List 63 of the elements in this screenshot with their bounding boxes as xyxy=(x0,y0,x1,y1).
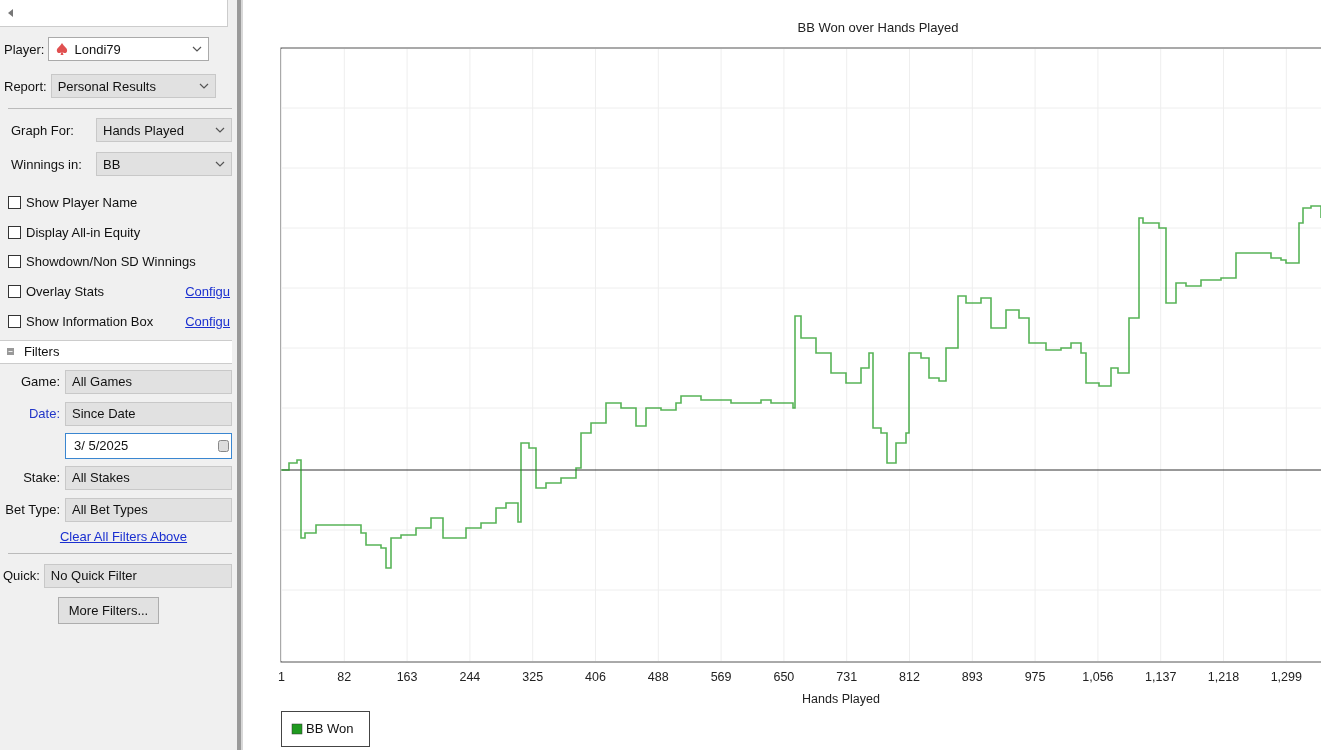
player-dropdown[interactable]: Londi79 xyxy=(48,37,210,61)
clear-filters-link[interactable]: Clear All Filters Above xyxy=(59,528,188,544)
filter-dropdown[interactable]: All Stakes xyxy=(65,465,232,490)
configure-link[interactable]: Configu xyxy=(185,284,230,300)
filter-dropdown[interactable]: All Bet Types xyxy=(65,497,232,522)
checkbox[interactable] xyxy=(8,196,21,210)
field-label: Graph For: xyxy=(11,122,75,138)
checkbox[interactable] xyxy=(8,314,21,328)
chart-title: BB Won over Hands Played xyxy=(797,20,959,35)
axis-tick-label: 244 xyxy=(459,670,481,684)
axis-tick-label: 1,137 xyxy=(1145,670,1177,684)
checkbox[interactable] xyxy=(8,255,21,269)
checkbox-label: Show Information Box xyxy=(26,313,155,329)
filter-dropdown[interactable]: All Games xyxy=(65,369,232,394)
axis-tick-label: 812 xyxy=(899,670,920,684)
collapse-icon[interactable] xyxy=(7,348,14,356)
more-filters-button[interactable]: More Filters... xyxy=(57,596,160,624)
filter-dropdown[interactable]: Since Date xyxy=(65,401,232,426)
axis-tick-label: 163 xyxy=(396,670,418,684)
checkbox-label: Overlay Stats xyxy=(26,284,106,300)
checkbox[interactable] xyxy=(8,285,21,299)
dropdown[interactable]: BB xyxy=(96,152,232,176)
filter-label: Game: xyxy=(21,374,60,390)
filters-header[interactable]: Filters xyxy=(0,339,232,364)
field-label: Winnings in: xyxy=(11,156,83,172)
axis-tick-label: 1,218 xyxy=(1207,670,1240,684)
axis-tick-label: 1,299 xyxy=(1270,670,1302,684)
quick-filter-dropdown[interactable]: No Quick Filter xyxy=(43,563,232,588)
calendar-icon[interactable] xyxy=(218,439,229,452)
report-dropdown[interactable]: Personal Results xyxy=(50,74,216,98)
collapse-arrow-icon[interactable] xyxy=(8,9,14,17)
field-label: Report: xyxy=(4,78,47,94)
axis-tick-label: 893 xyxy=(961,670,983,684)
field-label: Player: xyxy=(4,41,45,57)
axis-tick-label: 569 xyxy=(710,670,732,684)
axis-tick-label: 1,056 xyxy=(1082,670,1114,684)
axis-tick-label: 325 xyxy=(522,670,544,684)
axis-label: Hands Played xyxy=(802,692,880,706)
spade-icon xyxy=(55,42,70,56)
axis-tick-label: 488 xyxy=(647,670,669,684)
checkbox-label: Show Player Name xyxy=(26,195,139,211)
dropdown[interactable]: Hands Played xyxy=(96,118,232,142)
filter-label: Stake: xyxy=(23,470,60,486)
field-label: Quick: xyxy=(3,568,40,584)
date-field[interactable]: 3/ 5/2025 xyxy=(65,432,232,459)
axis-tick-label: 650 xyxy=(773,670,795,684)
section-title: Filters xyxy=(24,344,60,360)
axis-tick-label: 731 xyxy=(836,670,858,684)
filter-label: Bet Type: xyxy=(5,502,60,518)
axis-tick-label: 82 xyxy=(337,670,352,684)
chevron-down-icon xyxy=(215,161,225,167)
configure-link[interactable]: Configu xyxy=(185,313,230,329)
chevron-down-icon xyxy=(192,46,203,52)
chevron-down-icon xyxy=(198,83,209,89)
chevron-down-icon xyxy=(215,127,225,133)
axis-tick-label: 406 xyxy=(585,670,606,684)
axis-tick-label: 975 xyxy=(1024,670,1046,684)
legend-label: BB Won xyxy=(306,721,354,736)
checkbox-label: Display All-in Equity xyxy=(26,224,142,240)
axis-tick-label: 1 xyxy=(278,670,285,684)
checkbox[interactable] xyxy=(8,225,21,239)
checkbox-label: Showdown/Non SD Winnings xyxy=(26,254,197,270)
filter-label: Date: xyxy=(28,406,60,422)
